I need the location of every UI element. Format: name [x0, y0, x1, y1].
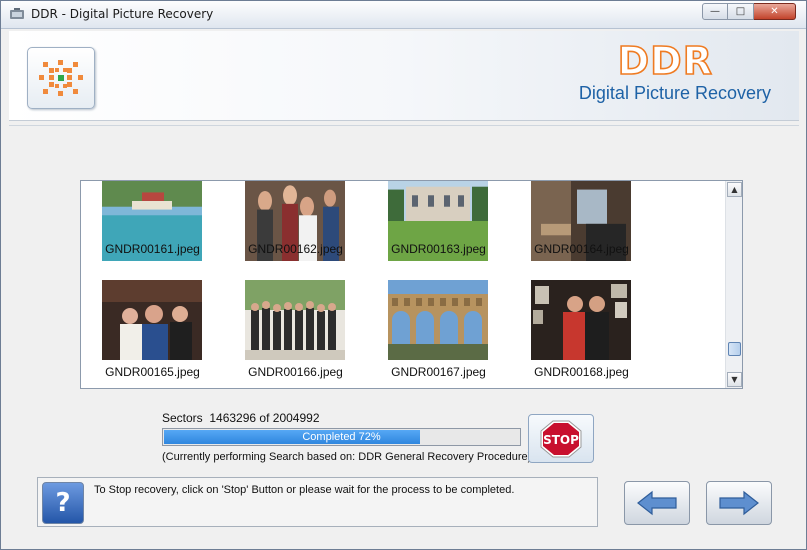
sectors-label: Sectors [162, 411, 203, 425]
header-banner: DDR Digital Picture Recovery [9, 31, 799, 121]
brand-logo-text: DDR [617, 38, 713, 84]
thumbnail-grid: GNDR00161.jpeg GNDR00162.jpeg GNDR00163.… [81, 181, 726, 388]
arrow-left-icon [637, 490, 677, 516]
thumbnail-filename: GNDR00163.jpeg [391, 242, 486, 256]
maximize-button[interactable]: □ [728, 3, 754, 20]
sectors-total: 2004992 [272, 411, 320, 425]
header-subtitle: Digital Picture Recovery [578, 83, 771, 103]
vertical-scrollbar[interactable]: ▲ ▼ [725, 181, 742, 388]
arrow-right-icon [719, 490, 759, 516]
scroll-up-icon[interactable]: ▲ [727, 182, 742, 197]
stop-icon: STOP [540, 420, 582, 457]
thumbnail-filename: GNDR00164.jpeg [534, 242, 629, 256]
thumbnail-image [388, 280, 488, 360]
progress-bar: Completed 72% [162, 428, 521, 446]
recovered-files-panel[interactable]: GNDR00161.jpeg GNDR00162.jpeg GNDR00163.… [80, 180, 743, 389]
thumbnail-image [245, 280, 345, 360]
progress-status: Completed 72% [302, 431, 381, 443]
info-message: To Stop recovery, click on 'Stop' Button… [94, 484, 515, 496]
help-icon: ? [55, 488, 71, 518]
info-bar: ? To Stop recovery, click on 'Stop' Butt… [37, 477, 598, 527]
app-window: DDR - Digital Picture Recovery — □ ✕ DDR [0, 0, 807, 550]
sectors-current: 1463296 [209, 411, 257, 425]
title-bar[interactable]: DDR - Digital Picture Recovery — □ ✕ [1, 1, 806, 29]
logo-icon [39, 60, 83, 96]
window-controls: — □ ✕ [702, 3, 796, 22]
thumbnail-image [531, 280, 631, 360]
procedure-note: (Currently performing Search based on: D… [162, 451, 532, 463]
thumbnail-filename: GNDR00162.jpeg [248, 242, 343, 256]
stop-button[interactable]: STOP [528, 414, 594, 463]
logo [27, 47, 95, 109]
thumbnail-image [102, 280, 202, 360]
app-icon [10, 8, 24, 19]
scroll-thumb[interactable] [728, 342, 741, 356]
sectors-of: of [259, 411, 270, 425]
minimize-button[interactable]: — [702, 3, 728, 20]
back-button[interactable] [624, 481, 690, 525]
sectors-readout: Sectors 1463296 of 2004992 [162, 411, 320, 425]
thumbnail-filename: GNDR00166.jpeg [248, 365, 343, 379]
window-title: DDR - Digital Picture Recovery [31, 7, 214, 21]
scroll-down-icon[interactable]: ▼ [727, 372, 742, 387]
close-button[interactable]: ✕ [754, 3, 796, 20]
thumbnail-filename: GNDR00168.jpeg [534, 365, 629, 379]
thumbnail-filename: GNDR00161.jpeg [105, 242, 200, 256]
stop-label: STOP [543, 433, 579, 447]
thumbnail-filename: GNDR00167.jpeg [391, 365, 486, 379]
help-button[interactable]: ? [42, 482, 84, 524]
thumbnail-filename: GNDR00165.jpeg [105, 365, 200, 379]
header-divider [9, 125, 799, 126]
next-button[interactable] [706, 481, 772, 525]
